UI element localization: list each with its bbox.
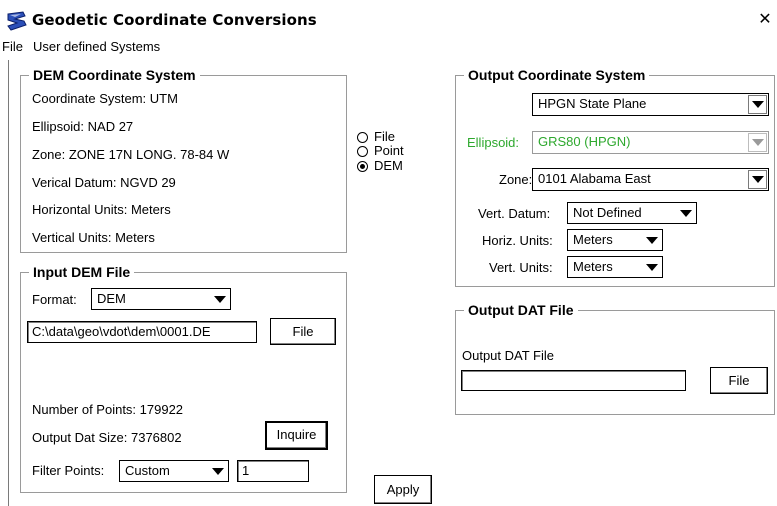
dropdown-button	[748, 133, 767, 152]
dem-coordinate-system-group: DEM Coordinate System Coordinate System:…	[20, 67, 347, 253]
input-dem-file-title: Input DEM File	[29, 264, 135, 280]
chevron-down-icon	[752, 139, 764, 146]
vert-datum-label: Vert. Datum:	[478, 206, 551, 221]
output-dat-file-label: Output DAT File	[462, 348, 554, 363]
dem-vertical-units-value: Vertical Units: Meters	[32, 230, 155, 245]
filter-amount-input[interactable]: 1	[237, 460, 309, 482]
dem-zone-value: Zone: ZONE 17N LONG. 78-84 W	[32, 147, 230, 162]
geopak-logo-icon	[7, 11, 27, 31]
chevron-down-icon	[214, 296, 226, 303]
format-value: DEM	[97, 291, 126, 306]
menu-bar: File User defined Systems	[0, 37, 777, 57]
inquire-button[interactable]: Inquire	[265, 421, 328, 450]
apply-button[interactable]: Apply	[374, 475, 432, 504]
ellipsoid-dropdown: GRS80 (HPGN)	[532, 131, 769, 154]
dem-coordinate-system-value: Coordinate System: UTM	[32, 91, 178, 106]
dropdown-button	[748, 170, 767, 189]
vert-units-value: Meters	[573, 259, 613, 274]
dem-path-value: C:\data\geo\vdot\dem\0001.DE	[32, 324, 211, 339]
vert-units-label: Vert. Units:	[489, 260, 553, 275]
chevron-down-icon	[680, 210, 692, 217]
zone-value: 0101 Alabama East	[538, 171, 651, 186]
output-system-value: HPGN State Plane	[538, 96, 647, 111]
window-title: Geodetic Coordinate Conversions	[32, 11, 317, 29]
menu-file[interactable]: File	[2, 39, 23, 54]
radio-dem-circle[interactable]	[357, 161, 368, 172]
output-dat-file-button[interactable]: File	[710, 367, 768, 394]
vert-datum-value: Not Defined	[573, 205, 642, 220]
radio-point-label: Point	[374, 143, 404, 158]
dropdown-button	[748, 95, 767, 114]
dem-coordinate-system-title: DEM Coordinate System	[29, 67, 200, 83]
radio-file-circle[interactable]	[357, 132, 368, 143]
zone-dropdown[interactable]: 0101 Alabama East	[532, 168, 769, 191]
output-coordinate-system-title: Output Coordinate System	[464, 67, 650, 83]
output-dat-file-group: Output DAT File Output DAT File File	[455, 302, 775, 415]
radio-file-label: File	[374, 129, 395, 144]
close-icon[interactable]: ✕	[757, 10, 773, 28]
output-dat-size-text: Output Dat Size: 7376802	[32, 430, 182, 445]
filter-amount-value: 1	[242, 463, 250, 478]
dem-file-button[interactable]: File	[270, 318, 336, 345]
chevron-down-icon	[212, 468, 224, 475]
filter-points-dropdown[interactable]: Custom	[119, 460, 229, 482]
vert-datum-dropdown[interactable]: Not Defined	[567, 202, 697, 224]
format-label: Format:	[32, 292, 77, 307]
horiz-units-dropdown[interactable]: Meters	[567, 229, 663, 251]
dem-path-input[interactable]: C:\data\geo\vdot\dem\0001.DE	[27, 321, 257, 343]
radio-dem[interactable]: DEM	[357, 158, 437, 174]
chevron-down-icon	[752, 176, 764, 183]
filter-points-label: Filter Points:	[32, 463, 105, 478]
dem-vertical-datum-value: Verical Datum: NGVD 29	[32, 175, 176, 190]
horiz-units-value: Meters	[573, 232, 613, 247]
horiz-units-label: Horiz. Units:	[482, 233, 553, 248]
window-left-edge	[8, 60, 9, 506]
input-dem-file-group: Input DEM File Format: DEM C:\data\geo\v…	[20, 264, 347, 493]
chevron-down-icon	[646, 237, 658, 244]
geodetic-conversions-window: Geodetic Coordinate Conversions ✕ File U…	[0, 0, 777, 506]
title-bar: Geodetic Coordinate Conversions ✕	[0, 0, 777, 38]
ellipsoid-label: Ellipsoid:	[467, 135, 520, 150]
dem-horizontal-units-value: Horizontal Units: Meters	[32, 202, 171, 217]
vert-units-dropdown[interactable]: Meters	[567, 256, 663, 278]
number-of-points-text: Number of Points: 179922	[32, 402, 184, 417]
zone-label: Zone:	[499, 172, 533, 187]
chevron-down-icon	[752, 101, 764, 108]
ellipsoid-value: GRS80 (HPGN)	[538, 134, 631, 149]
format-dropdown[interactable]: DEM	[91, 288, 231, 310]
filter-points-value: Custom	[125, 463, 170, 478]
output-dat-file-input[interactable]	[461, 370, 686, 391]
output-system-dropdown[interactable]: HPGN State Plane	[532, 93, 769, 116]
output-coordinate-system-group: Output Coordinate System HPGN State Plan…	[455, 67, 775, 287]
chevron-down-icon	[646, 264, 658, 271]
radio-point[interactable]: Point	[357, 143, 437, 159]
dem-ellipsoid-value: Ellipsoid: NAD 27	[32, 119, 134, 134]
output-dat-file-title: Output DAT File	[464, 302, 578, 318]
radio-dem-label: DEM	[374, 158, 403, 173]
radio-point-circle[interactable]	[357, 146, 368, 157]
menu-user-defined-systems[interactable]: User defined Systems	[33, 39, 160, 54]
